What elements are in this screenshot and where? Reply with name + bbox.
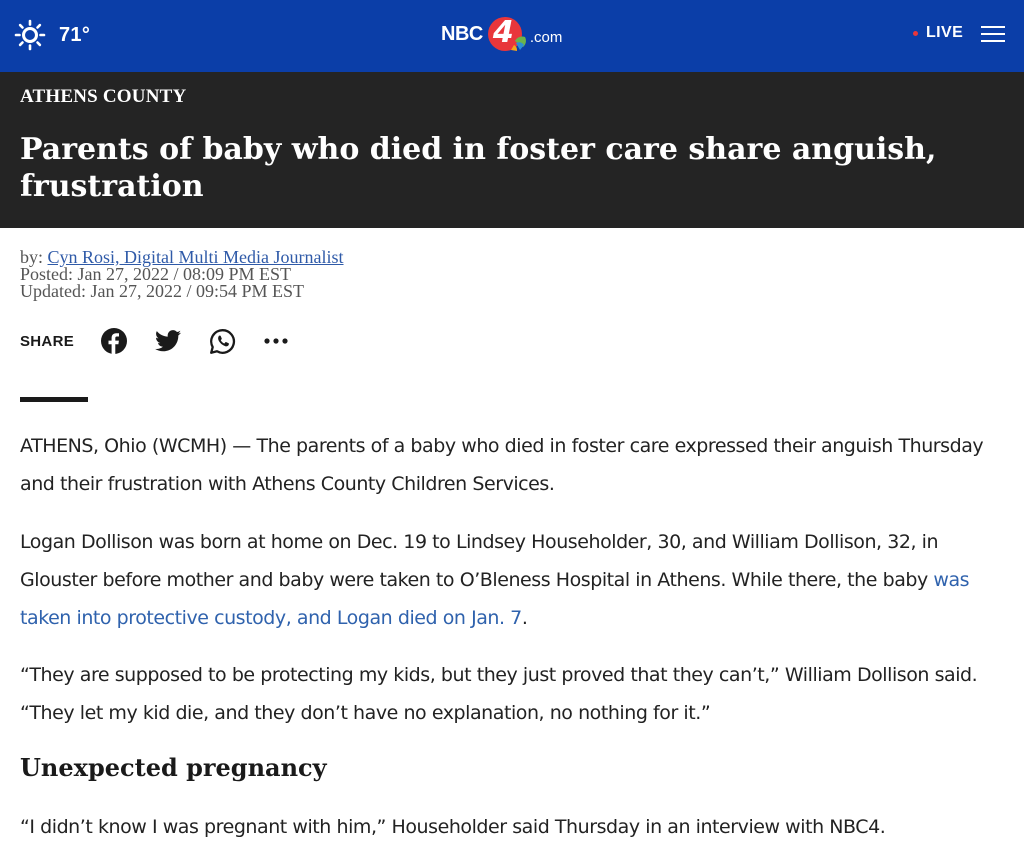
share-bar: SHARE	[20, 326, 290, 356]
weather-widget[interactable]: 71°	[14, 19, 90, 51]
site-logo[interactable]: NBC 4 .com	[441, 14, 581, 54]
paragraph-2: Logan Dollison was born at home on Dec. …	[20, 523, 1000, 637]
live-button[interactable]: LIVE	[913, 24, 963, 42]
whatsapp-icon[interactable]	[208, 327, 236, 355]
site-header: 71° NBC 4 .com LIVE	[0, 0, 1024, 72]
share-label: SHARE	[20, 332, 75, 350]
paragraph-2-end: .	[521, 607, 528, 629]
facebook-icon[interactable]	[100, 327, 128, 355]
twitter-icon[interactable]	[154, 327, 182, 355]
more-icon[interactable]	[262, 327, 290, 355]
sun-icon	[14, 19, 46, 51]
section-subheading: Unexpected pregnancy	[20, 753, 327, 782]
logo-suffix: .com	[529, 28, 563, 46]
byline: by: Cyn Rosi, Digital Multi Media Journa…	[20, 248, 344, 301]
live-label: LIVE	[926, 24, 964, 41]
weather-temperature: 71°	[59, 23, 91, 46]
logo-nbc-text: NBC	[441, 22, 483, 45]
category-link[interactable]: ATHENS COUNTY	[20, 86, 186, 108]
paragraph-3: “They are supposed to be protecting my k…	[20, 664, 978, 724]
paragraph-4: “I didn’t know I was pregnant with him,”…	[20, 816, 886, 838]
logo-badge: 4	[485, 14, 529, 54]
live-indicator-dot	[913, 30, 918, 36]
paragraph-1: ATHENS, Ohio (WCMH) — The parents of a b…	[20, 435, 984, 495]
logo-number: 4	[492, 15, 514, 50]
paragraph-2-text: Logan Dollison was born at home on Dec. …	[20, 531, 939, 591]
section-divider	[20, 397, 88, 402]
updated-timestamp: Updated: Jan 27, 2022 / 09:54 PM EST	[20, 281, 304, 301]
article-headline: Parents of baby who died in foster care …	[20, 132, 937, 204]
hamburger-menu-icon[interactable]	[979, 24, 1007, 44]
